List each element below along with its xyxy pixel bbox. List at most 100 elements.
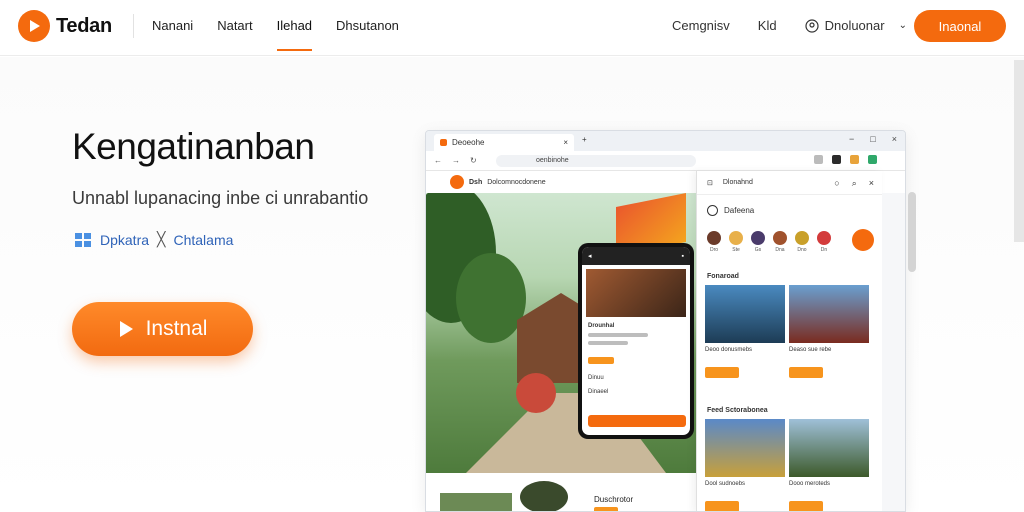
card-image (789, 419, 869, 477)
page-scrollbar[interactable] (1014, 60, 1024, 242)
site-brand: Dsh (469, 178, 483, 186)
maximize-icon[interactable]: □ (870, 134, 875, 144)
card[interactable]: Dool sudnoebs (705, 419, 785, 511)
url-field[interactable]: oenbinohe (496, 155, 696, 167)
card-button[interactable] (705, 367, 739, 378)
phone-topbar: ◂ ▪ (582, 247, 690, 265)
extension-icon[interactable] (868, 155, 877, 164)
header-link-1[interactable]: Cemgnisv (672, 18, 730, 33)
panel-title: Dlonahnd (722, 179, 753, 186)
bottom-button[interactable] (594, 507, 618, 511)
tab-title: Deoeohe (452, 138, 485, 147)
close-window-icon[interactable]: × (892, 134, 897, 144)
header-install-button[interactable]: Inaonal (914, 10, 1006, 42)
nav-item-4[interactable]: Dhsutanon (336, 18, 399, 51)
section-title-1: Fonaroad (707, 273, 739, 280)
side-panel-header: ⊡ Dlonahnd ○ ⌕ × (697, 171, 882, 195)
radio-label: Dafeena (724, 206, 755, 215)
side-panel: ⊡ Dlonahnd ○ ⌕ × Dafeena Dro Ste Gs Dna … (696, 171, 882, 511)
bottom-label: Duschrotor (594, 495, 634, 504)
extension-icon[interactable] (832, 155, 841, 164)
forward-icon[interactable]: → (452, 156, 460, 165)
divider (133, 14, 134, 38)
site-name: Dolcomnocdonene (487, 178, 546, 186)
add-icon[interactable] (852, 229, 874, 251)
card[interactable]: Dooo meroteds (789, 419, 869, 511)
hero-subtitle: Unnabl lupanacing inbe ci unrabantio (72, 188, 369, 208)
chevron-down-icon: ⌄ (898, 20, 907, 31)
avatar-row: Dro Ste Gs Dna Dno Dn (705, 231, 833, 253)
avatar[interactable]: Dna (771, 231, 789, 253)
panel-menu-icon[interactable]: ⊡ (707, 179, 713, 187)
avatar[interactable] (520, 481, 568, 511)
scrollbar-track (882, 193, 905, 511)
close-tab-icon[interactable]: × (563, 138, 568, 147)
scrollbar[interactable] (908, 192, 916, 272)
nav-item-1[interactable]: Nanani (152, 18, 193, 51)
avatar[interactable]: Dno (793, 231, 811, 253)
radio-button[interactable] (707, 205, 718, 216)
hero-install-button[interactable]: Instnal (72, 302, 253, 356)
hero-link-1[interactable]: Dpkatra (100, 232, 149, 248)
site-logo-icon (450, 175, 464, 189)
link-separator: ╳ (157, 231, 166, 247)
window-controls: − □ × (849, 134, 897, 144)
extension-icon[interactable] (814, 155, 823, 164)
thumbnail[interactable] (440, 493, 512, 511)
search-icon[interactable]: ⌕ (852, 178, 857, 189)
browser-mockup: Deoeohe × + − □ × ← → ↻ oenbinohe Dsh Do… (425, 130, 906, 512)
extension-icon[interactable] (850, 155, 859, 164)
header-links: Cemgnisv Kld Dnoluonar ⌄ (672, 18, 907, 33)
avatar[interactable]: Dro (705, 231, 723, 253)
favicon-icon (440, 139, 447, 146)
avatar[interactable]: Gs (749, 231, 767, 253)
nav-item-3-active[interactable]: Ilehad (276, 18, 313, 51)
card[interactable]: Deoo donusmebs (705, 285, 785, 378)
card-caption: Deoo donusmebs (705, 347, 753, 353)
close-icon[interactable]: × (869, 178, 874, 189)
nav-item-2[interactable]: Natart (217, 18, 252, 51)
flower-bush (516, 373, 556, 413)
new-tab-icon[interactable]: + (582, 135, 587, 144)
avatar[interactable]: Ste (727, 231, 745, 253)
site-header: Dsh Dolcomnocdonene (426, 171, 696, 193)
brand-logo-link[interactable]: Tedan (18, 10, 112, 42)
phone-back-icon[interactable]: ◂ (588, 252, 592, 260)
phone-video[interactable] (586, 269, 686, 317)
card-caption: Dooo meroteds (789, 481, 831, 487)
card[interactable]: Deaso sue rebe (789, 285, 869, 378)
address-bar: ← → ↻ oenbinohe (426, 151, 905, 171)
tree (456, 253, 526, 343)
phone-screen: ◂ ▪ Drounhal Dinuu Dinaeel (582, 247, 690, 435)
radio-option[interactable]: Dafeena (707, 205, 754, 216)
card-button[interactable] (789, 501, 823, 511)
phone-menu-icon[interactable]: ▪ (682, 253, 684, 260)
bottom-strip: Duschrotor (426, 473, 696, 511)
circle-icon[interactable]: ○ (834, 178, 839, 189)
account-label: Dnoluonar (824, 18, 885, 33)
text-line (588, 333, 648, 337)
section-title-2: Feed Sctorabonea (707, 407, 768, 414)
card-caption: Deaso sue rebe (789, 347, 832, 353)
phone-cta-button[interactable] (588, 415, 686, 427)
main-nav: Nanani Natart Ilehad Dhsutanon (152, 18, 399, 51)
windows-icon (75, 232, 91, 247)
header-link-2[interactable]: Kld (758, 18, 777, 33)
top-navbar: Tedan Nanani Natart Ilehad Dhsutanon Cem… (0, 0, 1024, 56)
card-button[interactable] (789, 367, 823, 378)
account-menu[interactable]: Dnoluonar ⌄ (804, 18, 907, 33)
card-image (705, 419, 785, 477)
hero-links: Dpkatra ╳ Chtalama (74, 231, 233, 248)
browser-tab[interactable]: Deoeohe × (434, 134, 574, 151)
back-icon[interactable]: ← (434, 156, 442, 165)
phone-tag[interactable] (588, 357, 614, 364)
card-image (705, 285, 785, 343)
reload-icon[interactable]: ↻ (470, 156, 477, 165)
card-button[interactable] (705, 501, 739, 511)
hero-link-2[interactable]: Chtalama (173, 232, 233, 248)
minimize-icon[interactable]: − (849, 134, 854, 144)
phone-row-2: Dinaeel (588, 389, 609, 395)
phone-mockup: ◂ ▪ Drounhal Dinuu Dinaeel (578, 243, 694, 439)
hero-button-label: Instnal (145, 317, 208, 340)
avatar[interactable]: Dn (815, 231, 833, 253)
